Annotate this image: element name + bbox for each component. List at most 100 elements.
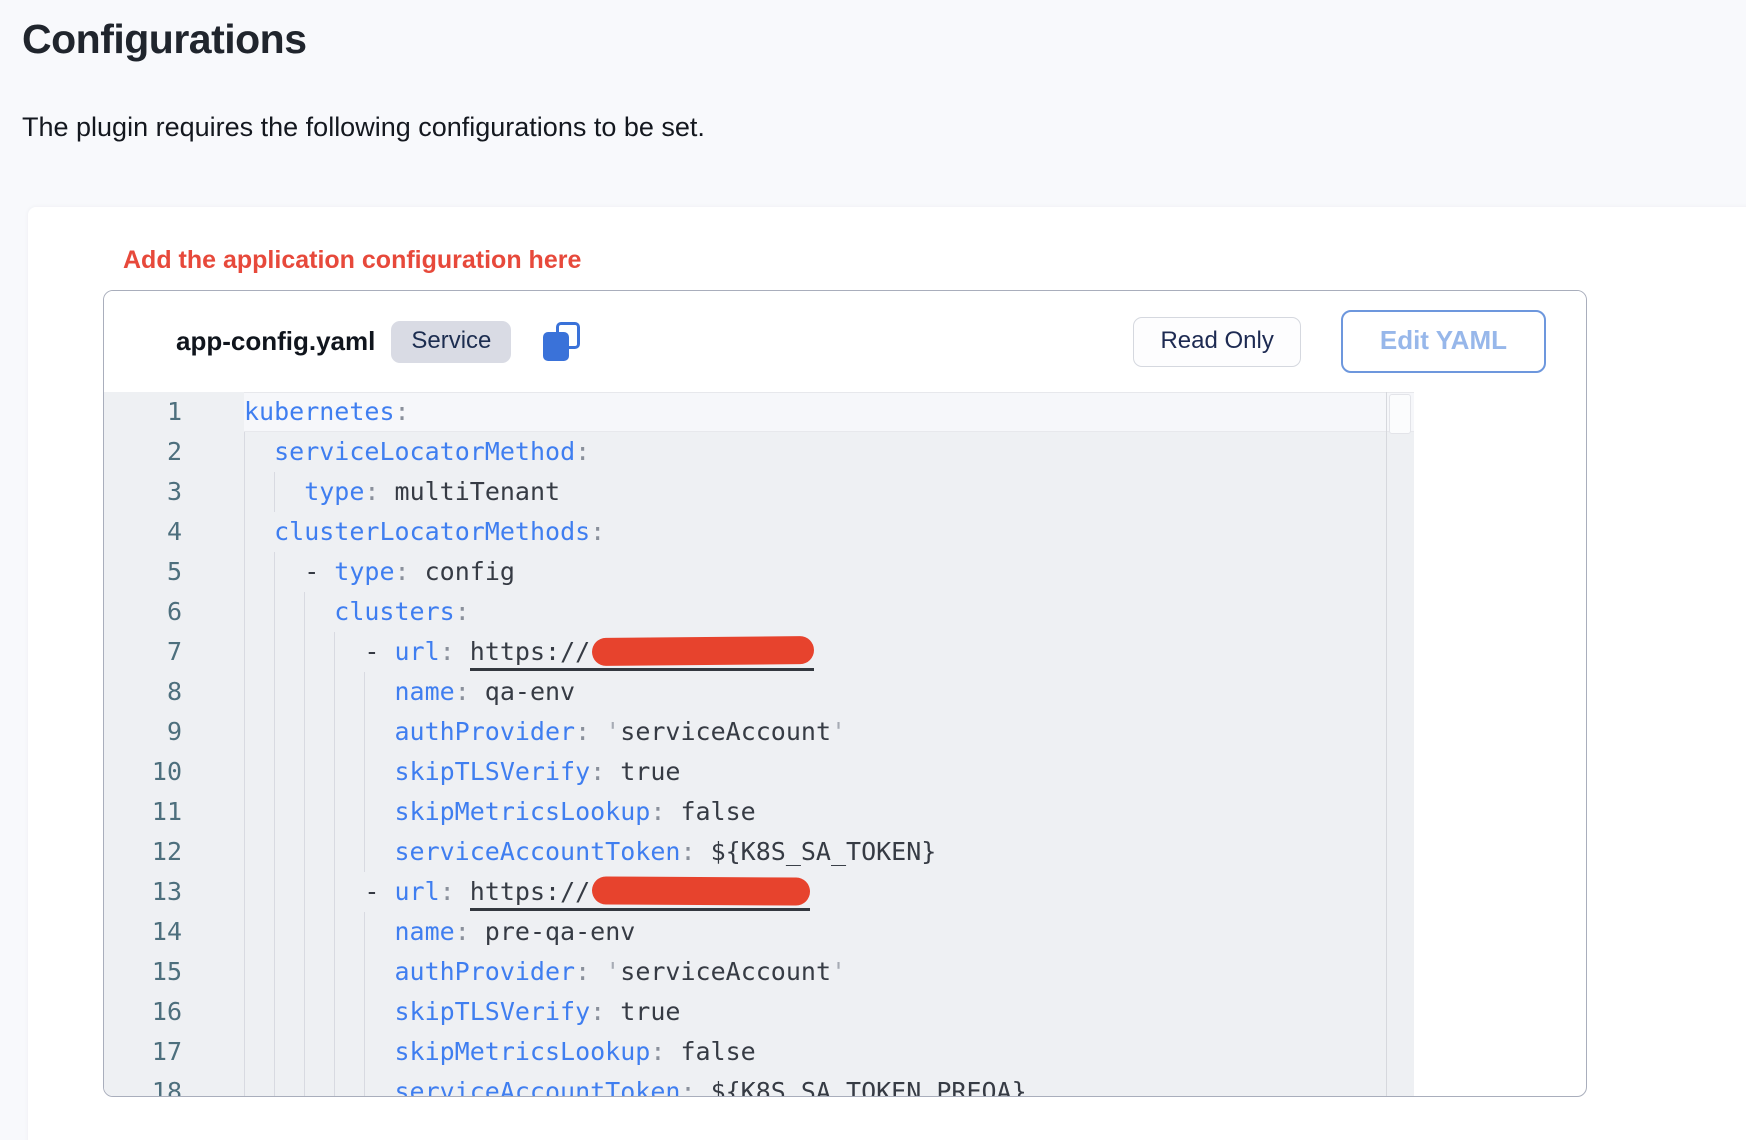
indent-guide	[364, 1072, 394, 1097]
line-number: 13	[104, 872, 182, 912]
line-number: 17	[104, 1032, 182, 1072]
token-colon: :	[440, 637, 455, 666]
line-content: skipTLSVerify: true	[244, 992, 1414, 1032]
indent-guide	[334, 712, 364, 752]
indent-guide	[334, 912, 364, 952]
token-colon: :	[575, 437, 590, 466]
token-plain: ${K8S_SA_TOKEN}	[696, 837, 937, 866]
indent-guide	[274, 912, 304, 952]
line-number: 10	[104, 752, 182, 792]
line-number: 9	[104, 712, 182, 752]
instruction-label: Add the application configuration here	[123, 246, 581, 275]
token-plain: pre-qa-env	[470, 917, 636, 946]
line-content: - url: https://	[244, 872, 1414, 912]
line-content: name: qa-env	[244, 672, 1414, 712]
code-line: 11skipMetricsLookup: false	[104, 792, 1414, 832]
redacted-url	[592, 636, 814, 666]
token-key: type	[304, 477, 364, 506]
token-key: serviceAccountToken	[394, 837, 680, 866]
indent-guide	[244, 712, 274, 752]
line-content: authProvider: 'serviceAccount'	[244, 952, 1414, 992]
token-key: serviceLocatorMethod	[274, 437, 575, 466]
indent-guide	[244, 1072, 274, 1097]
token-colon: :	[440, 877, 455, 906]
token-plain: ${K8S_SA_TOKEN_PREQA}	[696, 1077, 1027, 1097]
url-link[interactable]: https://	[470, 877, 810, 911]
indent-guide	[244, 952, 274, 992]
token-key: skipTLSVerify	[394, 997, 590, 1026]
read-only-button[interactable]: Read Only	[1133, 317, 1300, 367]
indent-guide	[244, 992, 274, 1032]
indent-guide	[274, 632, 304, 672]
indent-guide	[364, 1032, 394, 1072]
token-colon: :	[650, 797, 665, 826]
line-number: 1	[104, 392, 182, 432]
indent-guide	[244, 472, 274, 512]
token-plain	[455, 637, 470, 666]
indent-guide	[304, 912, 334, 952]
line-content: name: pre-qa-env	[244, 912, 1414, 952]
line-number: 18	[104, 1072, 182, 1097]
code-line: 14name: pre-qa-env	[104, 912, 1414, 952]
code-editor[interactable]: 1kubernetes:2serviceLocatorMethod:3type:…	[104, 392, 1414, 1097]
line-number: 2	[104, 432, 182, 472]
token-dash: -	[364, 877, 394, 906]
indent-guide	[304, 1032, 334, 1072]
token-key: skipMetricsLookup	[394, 797, 650, 826]
code-line: 16 skipTLSVerify: true	[104, 992, 1414, 1032]
yaml-editor-frame: app-config.yaml Service Read Only Edit Y…	[103, 290, 1587, 1097]
token-quote: '	[831, 717, 846, 746]
token-colon: :	[650, 1037, 665, 1066]
indent-guide	[304, 832, 334, 872]
indent-guide	[304, 792, 334, 832]
edit-yaml-button[interactable]: Edit YAML	[1341, 310, 1546, 373]
indent-guide	[304, 872, 334, 912]
indent-guide	[364, 992, 394, 1032]
code-line: 8name: qa-env	[104, 672, 1414, 712]
indent-guide	[334, 1032, 364, 1072]
token-key: clusters	[334, 597, 454, 626]
token-dash: -	[364, 637, 394, 666]
url-link[interactable]: https://	[470, 637, 814, 671]
token-key: url	[394, 877, 439, 906]
indent-guide	[244, 1032, 274, 1072]
token-plain: true	[605, 997, 680, 1026]
token-colon: :	[395, 397, 410, 426]
scrollbar-thumb[interactable]	[1389, 394, 1411, 434]
indent-guide	[334, 952, 364, 992]
indent-guide	[244, 832, 274, 872]
token-key: kubernetes	[244, 397, 395, 426]
scrollbar[interactable]	[1386, 392, 1414, 1097]
token-colon: :	[590, 997, 605, 1026]
indent-guide	[244, 632, 274, 672]
filename-label: app-config.yaml	[176, 326, 375, 357]
token-plain: true	[605, 757, 680, 786]
token-colon: :	[364, 477, 379, 506]
indent-guide	[304, 632, 334, 672]
line-content: clusterLocatorMethods:	[244, 512, 1414, 552]
indent-guide	[244, 912, 274, 952]
token-quote: '	[605, 717, 620, 746]
line-number: 11	[104, 792, 182, 832]
code-line: 18serviceAccountToken: ${K8S_SA_TOKEN_PR…	[104, 1072, 1414, 1097]
code-line: 5- type: config	[104, 552, 1414, 592]
indent-guide	[334, 632, 364, 672]
code-line: 9authProvider: 'serviceAccount'	[104, 712, 1414, 752]
indent-guide	[334, 752, 364, 792]
indent-guide	[244, 552, 274, 592]
token-key: name	[394, 677, 454, 706]
token-key: serviceAccountToken	[394, 1077, 680, 1097]
indent-guide	[244, 432, 274, 472]
copy-icon[interactable]	[543, 322, 580, 361]
copy-icon-front	[543, 332, 569, 361]
line-number: 4	[104, 512, 182, 552]
line-number: 16	[104, 992, 182, 1032]
indent-guide	[244, 752, 274, 792]
indent-guide	[334, 832, 364, 872]
token-key: authProvider	[394, 717, 575, 746]
indent-guide	[274, 1032, 304, 1072]
token-key: url	[394, 637, 439, 666]
indent-guide	[274, 992, 304, 1032]
indent-guide	[334, 792, 364, 832]
line-number: 6	[104, 592, 182, 632]
